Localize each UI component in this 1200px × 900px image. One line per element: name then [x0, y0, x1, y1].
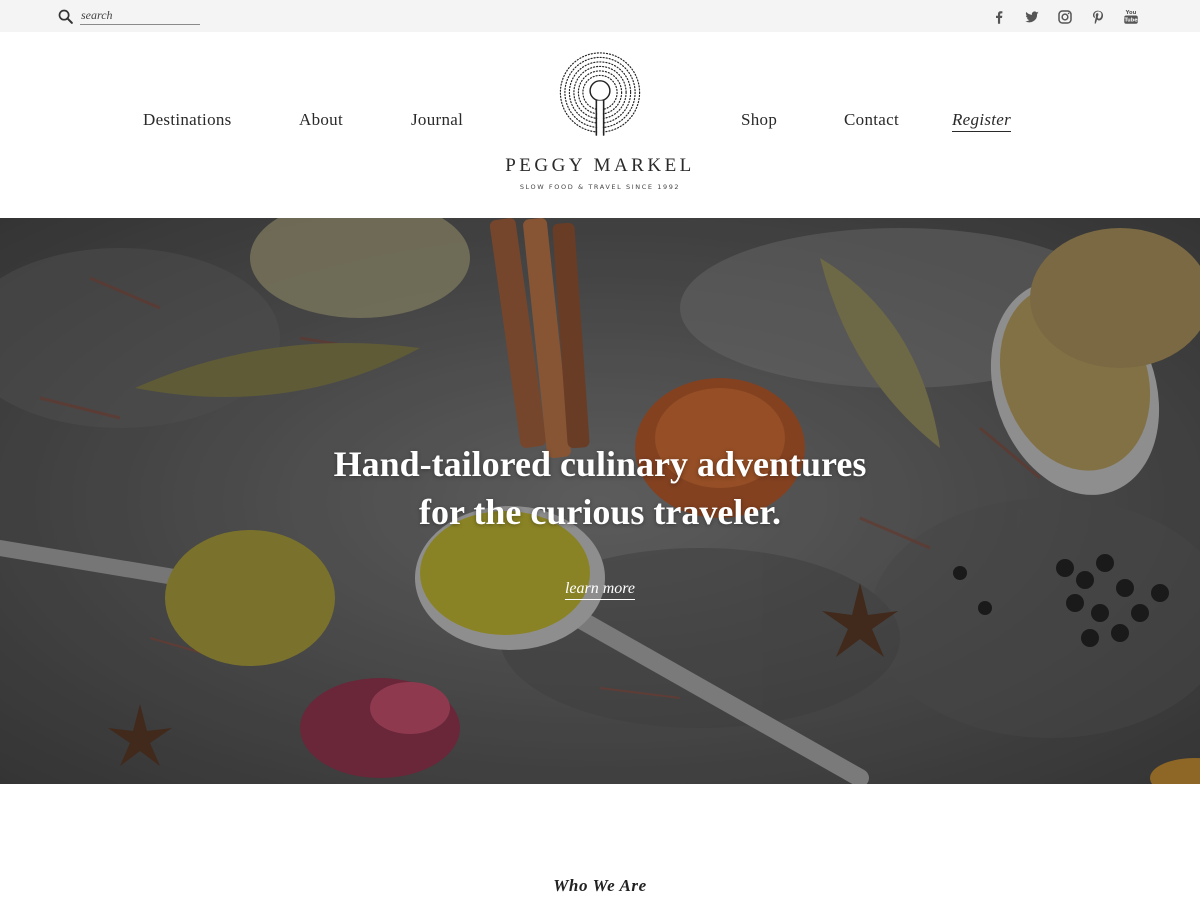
- svg-text:Tube: Tube: [1124, 18, 1138, 24]
- social-links: You Tube: [975, 8, 1140, 26]
- brand-name: PEGGY MARKEL: [505, 155, 695, 176]
- brand-tagline: SLOW FOOD & TRAVEL SINCE 1992: [519, 183, 681, 191]
- hero-banner: Hand-tailored culinary adventures for th…: [0, 218, 1200, 784]
- nav-destinations[interactable]: Destinations: [143, 110, 232, 130]
- twitter-icon: [1025, 11, 1039, 23]
- hero-headline-line-1: Hand-tailored culinary adventures: [333, 444, 867, 484]
- pinterest-icon: [1092, 10, 1104, 25]
- nav-journal[interactable]: Journal: [411, 110, 463, 130]
- youtube-icon: You Tube: [1124, 10, 1138, 24]
- twitter-link[interactable]: [1023, 8, 1041, 26]
- search-box: [57, 7, 200, 25]
- nav-shop[interactable]: Shop: [741, 110, 777, 130]
- youtube-link[interactable]: You Tube: [1122, 8, 1140, 26]
- nav-contact[interactable]: Contact: [844, 110, 899, 130]
- learn-more-link[interactable]: learn more: [564, 580, 636, 600]
- facebook-icon: [996, 11, 1003, 24]
- svg-text:You: You: [1125, 10, 1137, 16]
- facebook-link[interactable]: [990, 8, 1008, 26]
- hero-headline: Hand-tailored culinary adventures for th…: [0, 440, 1200, 536]
- instagram-icon: [1058, 10, 1072, 24]
- hero-headline-line-2: for the curious traveler.: [419, 492, 781, 532]
- labyrinth-logo-icon: [559, 52, 641, 137]
- nav-register[interactable]: Register: [952, 110, 1012, 132]
- search-input[interactable]: [80, 7, 200, 25]
- who-we-are-heading: Who We Are: [553, 876, 647, 895]
- search-icon[interactable]: [57, 8, 74, 25]
- site-logo[interactable]: PEGGY MARKEL SLOW FOOD & TRAVEL SINCE 19…: [500, 52, 700, 191]
- pinterest-link[interactable]: [1089, 8, 1107, 26]
- nav-about[interactable]: About: [299, 110, 343, 130]
- site-header: Destinations About Journal PEGGY MARKEL …: [0, 32, 1200, 218]
- top-utility-bar: You Tube: [0, 0, 1200, 32]
- instagram-link[interactable]: [1056, 8, 1074, 26]
